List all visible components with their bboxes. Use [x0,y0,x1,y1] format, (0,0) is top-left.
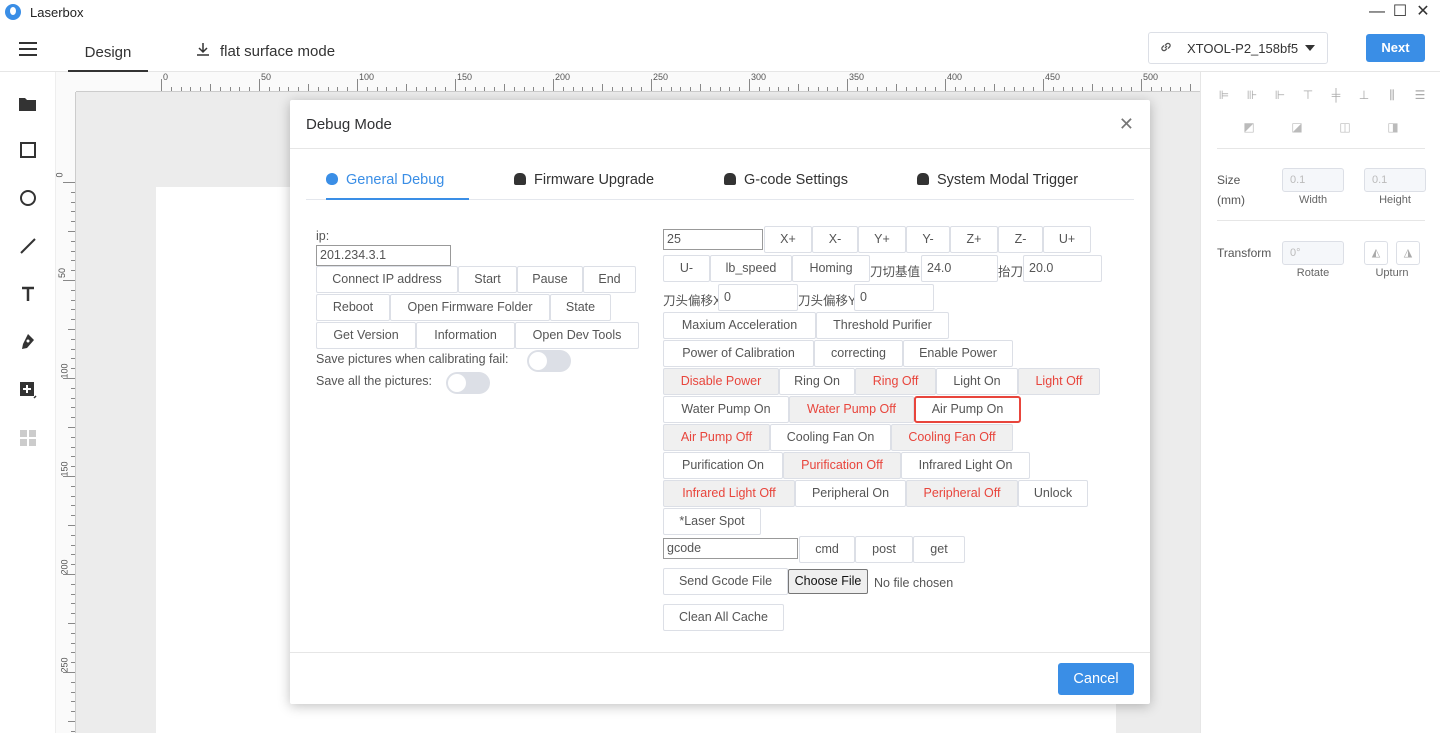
purification-on-button[interactable]: Purification On [663,452,783,479]
close-icon[interactable]: ✕ [1119,114,1134,135]
offset-y-input[interactable]: 0 [854,284,934,311]
dialog-tabs: General Debug Firmware Upgrade G-code Se… [306,172,1134,200]
u-plus-button[interactable]: U+ [1043,226,1091,253]
infrared-light-on-button[interactable]: Infrared Light On [901,452,1030,479]
start-button[interactable]: Start [458,266,517,293]
offset-x-label: 刀头偏移X [663,294,722,308]
save-all-toggle[interactable] [446,372,490,394]
peripheral-on-button[interactable]: Peripheral On [795,480,906,507]
information-button[interactable]: Information [416,322,515,349]
end-button[interactable]: End [583,266,636,293]
modal-overlay: Debug Mode ✕ General Debug Firmware Upgr… [0,0,1440,733]
lift-label: 抬刀 [998,265,1024,279]
tab-gcode-settings[interactable]: G-code Settings [724,172,848,200]
disable-power-button[interactable]: Disable Power [663,368,779,395]
tab-label: General Debug [346,172,445,188]
clean-all-cache-button[interactable]: Clean All Cache [663,604,784,631]
offset-x-input[interactable]: 0 [718,284,798,311]
ip-label: ip: [316,229,330,243]
debug-mode-dialog: Debug Mode ✕ General Debug Firmware Upgr… [290,100,1150,704]
state-button[interactable]: State [550,294,611,321]
laser-spot-button[interactable]: *Laser Spot [663,508,761,535]
tab-label: Firmware Upgrade [534,172,655,188]
x-plus-button[interactable]: X+ [764,226,812,253]
gcode-input[interactable]: gcode [663,538,798,559]
cooling-fan-off-button[interactable]: Cooling Fan Off [891,424,1013,451]
tab-firmware-upgrade[interactable]: Firmware Upgrade [514,172,654,200]
get-version-button[interactable]: Get Version [316,322,416,349]
purification-off-button[interactable]: Purification Off [783,452,901,479]
z-plus-button[interactable]: Z+ [950,226,998,253]
cancel-button[interactable]: Cancel [1058,663,1134,695]
tab-label: System Modal Trigger [937,172,1079,188]
tab-label: G-code Settings [744,172,848,188]
cut-base-input[interactable]: 24.0 [921,255,998,282]
save-fail-label: Save pictures when calibrating fail: [316,352,509,366]
ring-off-button[interactable]: Ring Off [855,368,936,395]
z-minus-button[interactable]: Z- [998,226,1043,253]
pause-button[interactable]: Pause [517,266,583,293]
u-minus-button[interactable]: U- [663,255,710,282]
cmd-button[interactable]: cmd [799,536,855,563]
unlock-button[interactable]: Unlock [1018,480,1088,507]
correcting-button[interactable]: correcting [814,340,903,367]
connect-ip-button[interactable]: Connect IP address [316,266,458,293]
cooling-fan-on-button[interactable]: Cooling Fan On [770,424,891,451]
y-minus-button[interactable]: Y- [906,226,950,253]
enable-power-button[interactable]: Enable Power [903,340,1013,367]
light-on-button[interactable]: Light On [936,368,1018,395]
dialog-title: Debug Mode [306,116,392,133]
save-fail-toggle[interactable] [527,350,571,372]
dialog-header-divider [290,148,1150,149]
dialog-footer-divider [290,652,1150,653]
light-off-button[interactable]: Light Off [1018,368,1100,395]
x-minus-button[interactable]: X- [812,226,858,253]
power-calibration-button[interactable]: Power of Calibration [663,340,814,367]
send-gcode-file-button[interactable]: Send Gcode File [663,568,788,595]
ip-input[interactable]: 201.234.3.1 [316,245,451,266]
max-acceleration-button[interactable]: Maxium Acceleration [663,312,816,339]
water-pump-on-button[interactable]: Water Pump On [663,396,789,423]
reboot-button[interactable]: Reboot [316,294,390,321]
android-icon [724,173,736,185]
open-dev-tools-button[interactable]: Open Dev Tools [515,322,639,349]
get-button[interactable]: get [913,536,965,563]
infrared-light-off-button[interactable]: Infrared Light Off [663,480,795,507]
android-icon [917,173,929,185]
file-status: No file chosen [874,576,954,590]
water-pump-off-button[interactable]: Water Pump Off [789,396,914,423]
homing-button[interactable]: Homing [792,255,870,282]
tab-system-modal-trigger[interactable]: System Modal Trigger [917,172,1078,200]
y-plus-button[interactable]: Y+ [858,226,906,253]
peripheral-off-button[interactable]: Peripheral Off [906,480,1018,507]
threshold-purifier-button[interactable]: Threshold Purifier [816,312,949,339]
post-button[interactable]: post [855,536,913,563]
tab-general-debug[interactable]: General Debug [326,172,469,200]
lb-speed-button[interactable]: lb_speed [710,255,792,282]
step-input[interactable]: 25 [663,229,763,250]
ring-on-button[interactable]: Ring On [779,368,855,395]
android-icon [514,173,526,185]
air-pump-on-button[interactable]: Air Pump On [914,396,1021,423]
air-pump-off-button[interactable]: Air Pump Off [663,424,770,451]
open-firmware-folder-button[interactable]: Open Firmware Folder [390,294,550,321]
cut-base-label: 刀切基值 [870,265,921,279]
lift-input[interactable]: 20.0 [1023,255,1102,282]
save-all-label: Save all the pictures: [316,374,433,388]
choose-file-button[interactable]: Choose File [788,569,868,594]
offset-y-label: 刀头偏移Y [798,294,857,308]
apple-icon [326,173,338,185]
